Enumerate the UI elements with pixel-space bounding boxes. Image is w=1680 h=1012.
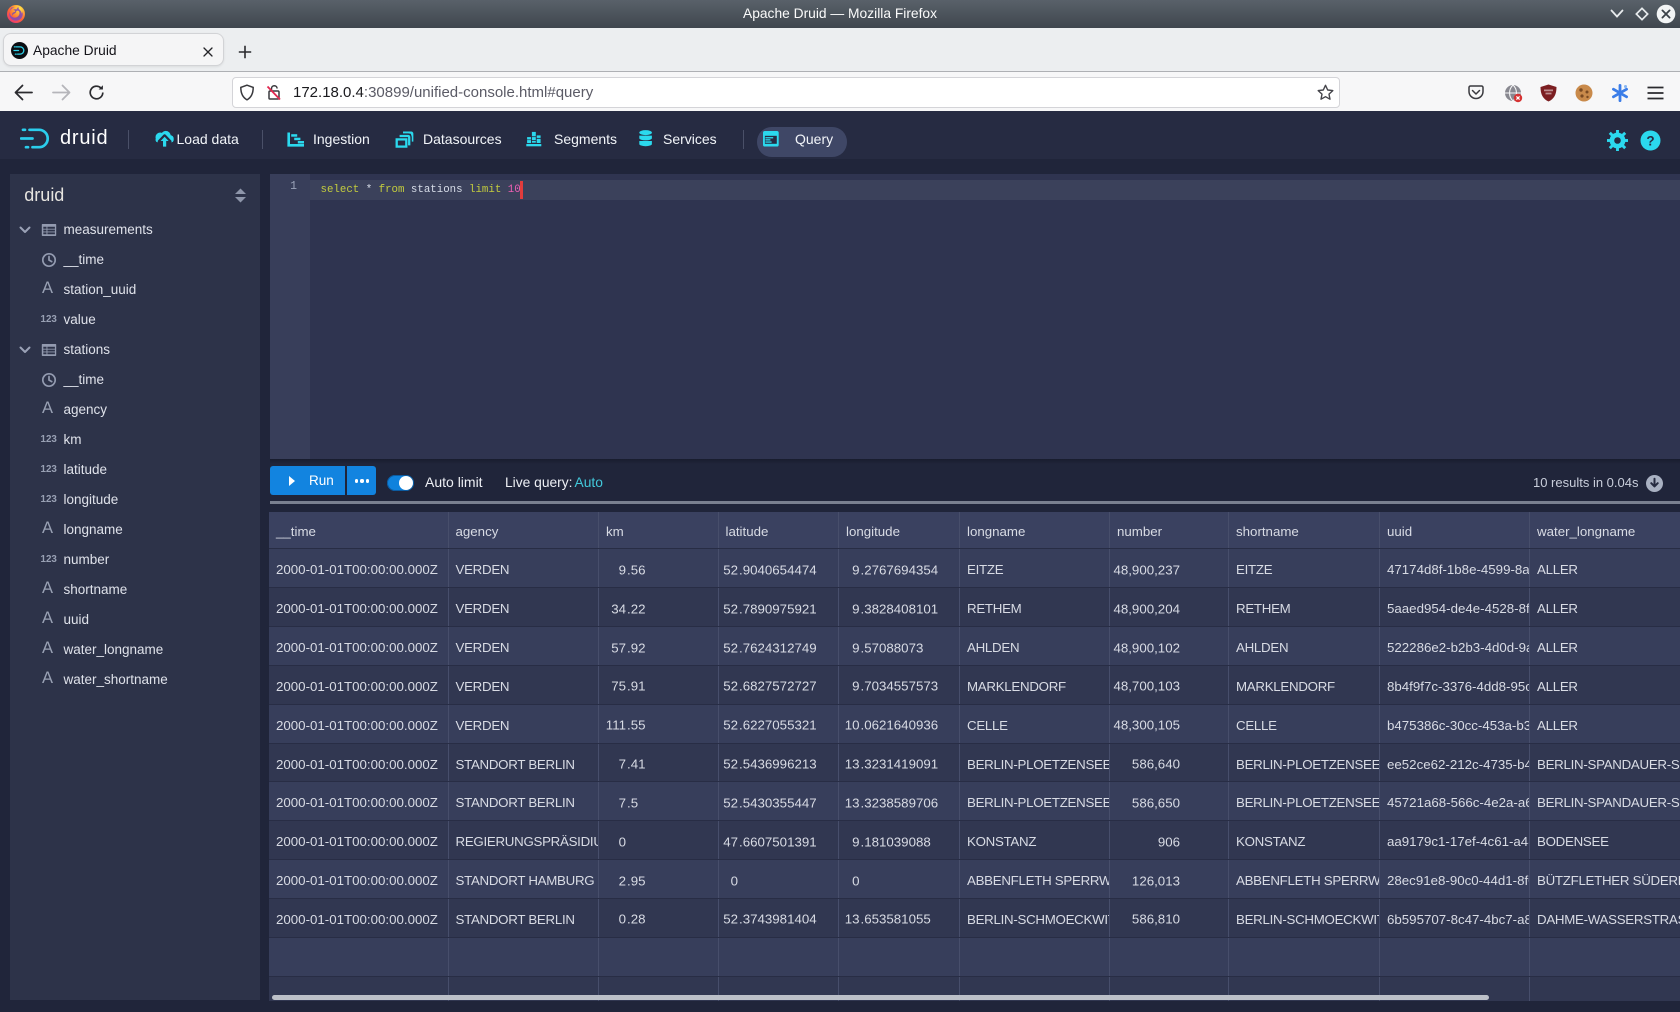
svg-text:?: ? bbox=[1646, 133, 1654, 148]
